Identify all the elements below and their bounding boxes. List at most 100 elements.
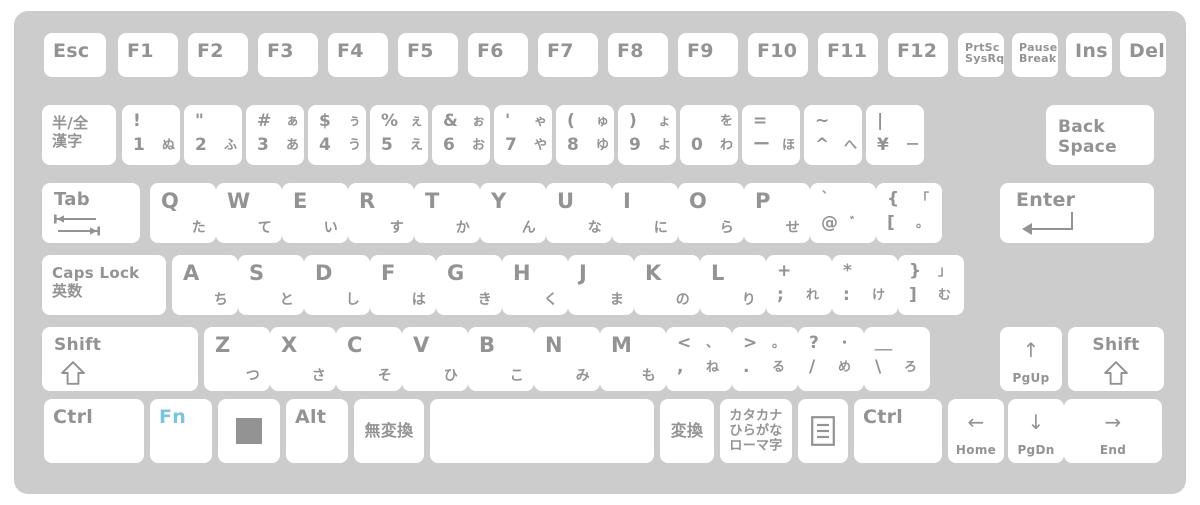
key-e[interactable]: Eい bbox=[282, 183, 348, 243]
f11[interactable]: F11 bbox=[818, 33, 878, 77]
colon[interactable]: *: け bbox=[832, 255, 898, 315]
insert[interactable]: Ins bbox=[1066, 33, 1112, 77]
backspace[interactable]: Back Space bbox=[1046, 105, 1154, 165]
comma[interactable]: < 、, ね bbox=[666, 327, 732, 391]
key-g[interactable]: Gき bbox=[436, 255, 502, 315]
key-j[interactable]: Jま bbox=[568, 255, 634, 315]
f4[interactable]: F4 bbox=[328, 33, 388, 77]
print-screen-label: PrtSc SysRq bbox=[965, 41, 1005, 65]
key-l[interactable]: Lり bbox=[700, 255, 766, 315]
digit-3[interactable]: # ぁ 3 あ bbox=[246, 105, 304, 165]
key-k[interactable]: Kの bbox=[634, 255, 700, 315]
digit-1-bottom-right: ぬ bbox=[162, 138, 176, 153]
key-b[interactable]: Bこ bbox=[468, 327, 534, 391]
key-o[interactable]: Oら bbox=[678, 183, 744, 243]
yen[interactable]: | ¥ ー bbox=[866, 105, 924, 165]
period[interactable]: > 。. る bbox=[732, 327, 798, 391]
caps-lock[interactable]: Caps Lock 英数 bbox=[42, 255, 166, 315]
key-z[interactable]: Zつ bbox=[204, 327, 270, 391]
semicolon[interactable]: +; れ bbox=[766, 255, 832, 315]
f11-label: F11 bbox=[827, 40, 868, 62]
bracket-left[interactable]: {「 [。 bbox=[876, 183, 942, 243]
escape[interactable]: Esc bbox=[44, 33, 106, 77]
at-sign[interactable]: ` @ ゛ bbox=[810, 183, 876, 243]
key-s[interactable]: Sと bbox=[238, 255, 304, 315]
f8[interactable]: F8 bbox=[608, 33, 668, 77]
f9[interactable]: F9 bbox=[678, 33, 738, 77]
fn-label: Fn bbox=[159, 406, 187, 428]
f7[interactable]: F7 bbox=[538, 33, 598, 77]
digit-4[interactable]: $ ぅ 4 う bbox=[308, 105, 366, 165]
key-m[interactable]: Mも bbox=[600, 327, 666, 391]
context-menu[interactable] bbox=[798, 399, 848, 463]
fn[interactable]: Fn bbox=[150, 399, 212, 463]
slash[interactable]: ? ・ / め bbox=[798, 327, 864, 391]
key-p[interactable]: Pせ bbox=[744, 183, 810, 243]
key-w[interactable]: Wて bbox=[216, 183, 282, 243]
backslash-ro[interactable]: ＿ \ ろ bbox=[864, 327, 930, 391]
key-m-kana: も bbox=[641, 368, 656, 384]
digit-9[interactable]: ) ょ 9 よ bbox=[618, 105, 676, 165]
ctrl-left-label: Ctrl bbox=[53, 406, 94, 428]
delete[interactable]: Del bbox=[1120, 33, 1166, 77]
key-c[interactable]: Cそ bbox=[336, 327, 402, 391]
f6[interactable]: F6 bbox=[468, 33, 528, 77]
arrow-left[interactable]: ← Home bbox=[948, 399, 1004, 463]
digit-8[interactable]: (ゅ 8 ゆ bbox=[556, 105, 614, 165]
arrow-right[interactable]: → End bbox=[1064, 399, 1162, 463]
bracket-right[interactable]: } 」] む bbox=[898, 255, 964, 315]
key-y[interactable]: Yん bbox=[480, 183, 546, 243]
print-screen[interactable]: PrtSc SysRq bbox=[958, 33, 1004, 77]
key-r[interactable]: Rす bbox=[348, 183, 414, 243]
key-w-kana: て bbox=[257, 220, 272, 236]
henkan[interactable]: 変換 bbox=[660, 399, 714, 463]
shift-left[interactable]: Shift bbox=[42, 327, 198, 391]
digit-1[interactable]: ! 1 ぬ bbox=[122, 105, 180, 165]
f12[interactable]: F12 bbox=[888, 33, 948, 77]
enter[interactable]: Enter bbox=[1000, 183, 1154, 243]
f1[interactable]: F1 bbox=[118, 33, 178, 77]
key-i[interactable]: Iに bbox=[612, 183, 678, 243]
digit-0[interactable]: を 0 わ bbox=[680, 105, 738, 165]
shift-right[interactable]: Shift bbox=[1068, 327, 1164, 391]
minus-bottom-right: ほ bbox=[782, 138, 796, 153]
digit-5[interactable]: % ぇ 5 え bbox=[370, 105, 428, 165]
key-n[interactable]: Nみ bbox=[534, 327, 600, 391]
digit-5-top-right: ぇ bbox=[410, 114, 424, 129]
alt-left[interactable]: Alt bbox=[286, 399, 348, 463]
windows[interactable] bbox=[218, 399, 280, 463]
key-u[interactable]: Uな bbox=[546, 183, 612, 243]
hankaku-zenkaku[interactable]: 半/全 漢字 bbox=[42, 105, 116, 165]
key-a[interactable]: Aち bbox=[172, 255, 238, 315]
caret-bottom-right: へ bbox=[844, 138, 858, 153]
key-k-letter: K bbox=[645, 261, 662, 285]
pause-break[interactable]: Pause Break bbox=[1012, 33, 1058, 77]
f2[interactable]: F2 bbox=[188, 33, 248, 77]
space[interactable] bbox=[430, 399, 654, 463]
key-y-letter: Y bbox=[491, 189, 507, 213]
f10[interactable]: F10 bbox=[748, 33, 808, 77]
key-x[interactable]: Xさ bbox=[270, 327, 336, 391]
f5[interactable]: F5 bbox=[398, 33, 458, 77]
key-f[interactable]: Fは bbox=[370, 255, 436, 315]
key-r-kana: す bbox=[389, 220, 404, 236]
key-q[interactable]: Qた bbox=[150, 183, 216, 243]
ctrl-right[interactable]: Ctrl bbox=[854, 399, 942, 463]
key-v[interactable]: Vひ bbox=[402, 327, 468, 391]
digit-7[interactable]: ' ゃ 7 や bbox=[494, 105, 552, 165]
muhenkan[interactable]: 無変換 bbox=[354, 399, 424, 463]
key-t[interactable]: Tか bbox=[414, 183, 480, 243]
arrow-down[interactable]: ↓ PgDn bbox=[1008, 399, 1064, 463]
backslash-ro-bottom-right: ろ bbox=[904, 360, 918, 375]
caret[interactable]: ~ ^ へ bbox=[804, 105, 862, 165]
key-d[interactable]: Dし bbox=[304, 255, 370, 315]
ctrl-left[interactable]: Ctrl bbox=[44, 399, 144, 463]
tab[interactable]: Tab bbox=[42, 183, 140, 243]
digit-2[interactable]: " 2 ふ bbox=[184, 105, 242, 165]
arrow-up[interactable]: ↑ PgUp bbox=[1000, 327, 1062, 391]
digit-6[interactable]: & ぉ 6 お bbox=[432, 105, 490, 165]
katakana-hiragana-romaji[interactable]: カタカナ ひらがな ローマ字 bbox=[720, 399, 792, 463]
minus[interactable]: = ーほ bbox=[742, 105, 800, 165]
key-h[interactable]: Hく bbox=[502, 255, 568, 315]
f3[interactable]: F3 bbox=[258, 33, 318, 77]
